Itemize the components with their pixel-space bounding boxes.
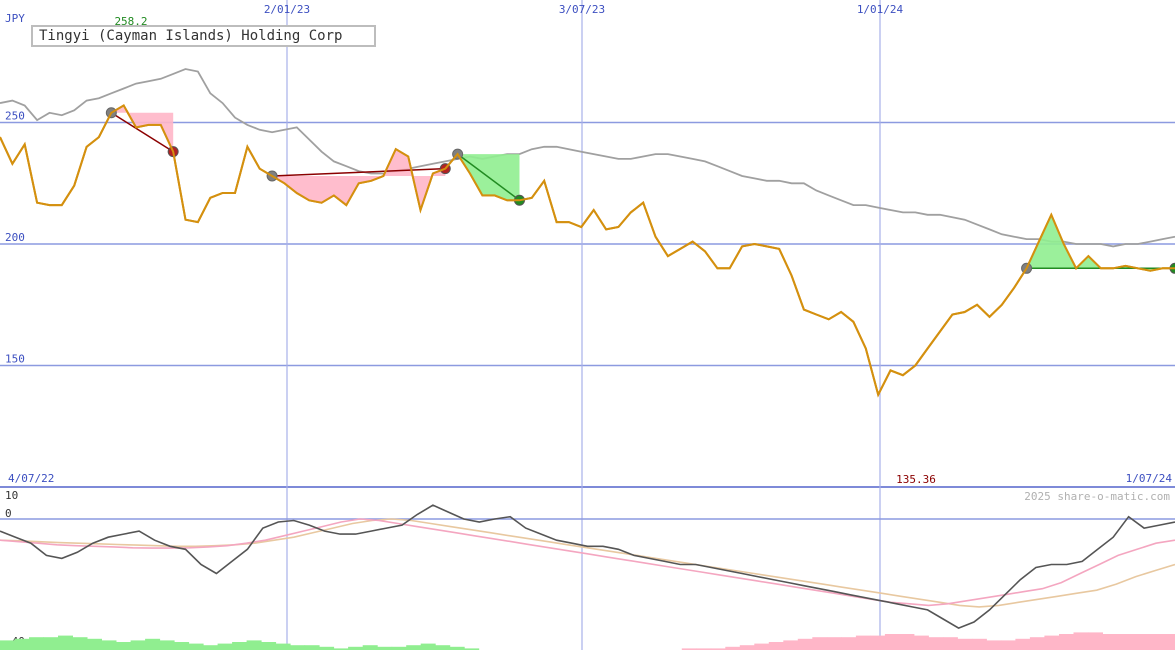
osc-bar-65: [942, 637, 958, 650]
osc-series-1: [0, 518, 1175, 607]
osc-bar-4: [58, 635, 73, 650]
osc-bar-11: [159, 640, 175, 650]
y-tick-label-150: 150: [5, 353, 25, 366]
min-value-label: 135.36: [896, 473, 936, 486]
osc-bar-73: [1059, 634, 1074, 650]
osc-bar-6: [87, 638, 102, 650]
osc-bar-71: [1029, 637, 1045, 650]
chart-canvas: 1502002502/01/23 3/07/23 1/01/24JPY 258.24/…: [0, 0, 1175, 650]
osc-bar-76: [1102, 634, 1118, 650]
osc-bar-79: [1146, 634, 1161, 650]
osc-bar-72: [1044, 635, 1060, 650]
osc-bar-64: [928, 637, 944, 650]
osc-bar-70: [1015, 638, 1031, 650]
osc-bar-80: [1160, 634, 1175, 650]
osc-bar-9: [130, 640, 146, 650]
osc-bar-78: [1131, 634, 1147, 650]
osc-bar-28: [406, 645, 422, 650]
start-date-label: 4/07/22: [8, 472, 54, 485]
x-tick-label-0: 2/01/23: [264, 3, 310, 16]
osc-bar-2: [29, 637, 44, 650]
osc-bar-20: [290, 645, 306, 650]
osc-series-0: [0, 504, 1175, 629]
footer-copyright: 2025 share-o-matic.com: [1024, 490, 1170, 503]
osc-bar-7: [101, 640, 117, 650]
osc-bar-75: [1088, 632, 1103, 650]
osc-bar-63: [913, 635, 929, 650]
osc-bar-19: [275, 643, 291, 650]
y-tick-label-200: 200: [5, 231, 25, 244]
osc-bar-16: [232, 642, 248, 650]
trend-line-1: [272, 167, 446, 177]
osc-bar-0: [0, 640, 15, 650]
osc-bar-52: [754, 643, 770, 650]
y-tick-label-250: 250: [5, 110, 25, 123]
osc-bar-62: [899, 634, 915, 650]
trend-fill-3: [1026, 214, 1175, 271]
osc-bar-69: [1000, 640, 1016, 650]
osc-bar-30: [435, 645, 451, 650]
osc-bar-77: [1117, 634, 1132, 650]
osc-bar-29: [420, 643, 436, 650]
y-axis-label: JPY: [5, 12, 25, 25]
x-tick-label-1: 3/07/23: [559, 3, 605, 16]
osc-bar-53: [768, 642, 784, 650]
osc-bar-12: [174, 642, 190, 650]
osc-bar-57: [826, 637, 842, 650]
osc-bar-54: [783, 640, 799, 650]
osc-bar-56: [812, 637, 828, 650]
osc-bar-21: [304, 645, 320, 650]
osc-bar-66: [957, 638, 973, 650]
osc-bar-18: [261, 642, 277, 650]
osc-bar-58: [841, 637, 857, 650]
osc-bar-14: [203, 645, 219, 650]
chart-root: 150 200 250 2/01/23 3/07/23 1/01/24 JPY 258.2 4/…: [0, 0, 1175, 650]
osc-bar-8: [116, 642, 131, 650]
osc-tick-label-0: 10: [5, 489, 18, 502]
osc-bar-68: [986, 640, 1002, 650]
osc-bar-59: [855, 635, 871, 650]
osc-bar-17: [246, 640, 262, 650]
chart-title: Tingyi (Cayman Islands) Holding Corp: [31, 25, 376, 47]
osc-bar-51: [739, 645, 755, 650]
osc-bar-10: [145, 638, 161, 650]
trend-fill-0: [111, 105, 174, 152]
osc-bar-61: [884, 634, 900, 650]
osc-bar-67: [971, 638, 987, 650]
osc-bar-55: [797, 638, 813, 650]
x-tick-label-2: 1/01/24: [857, 3, 904, 16]
osc-bar-3: [43, 637, 59, 650]
osc-bar-5: [72, 637, 88, 650]
end-date-label: 1/07/24: [1126, 472, 1173, 485]
osc-bar-60: [870, 635, 886, 650]
osc-bar-1: [14, 638, 30, 650]
osc-bar-13: [188, 643, 204, 650]
osc-series-2: [0, 518, 1175, 608]
osc-bar-74: [1073, 632, 1089, 650]
osc-bar-25: [362, 645, 378, 650]
osc-tick-label-1: 0: [5, 507, 12, 520]
osc-bar-15: [217, 643, 233, 650]
